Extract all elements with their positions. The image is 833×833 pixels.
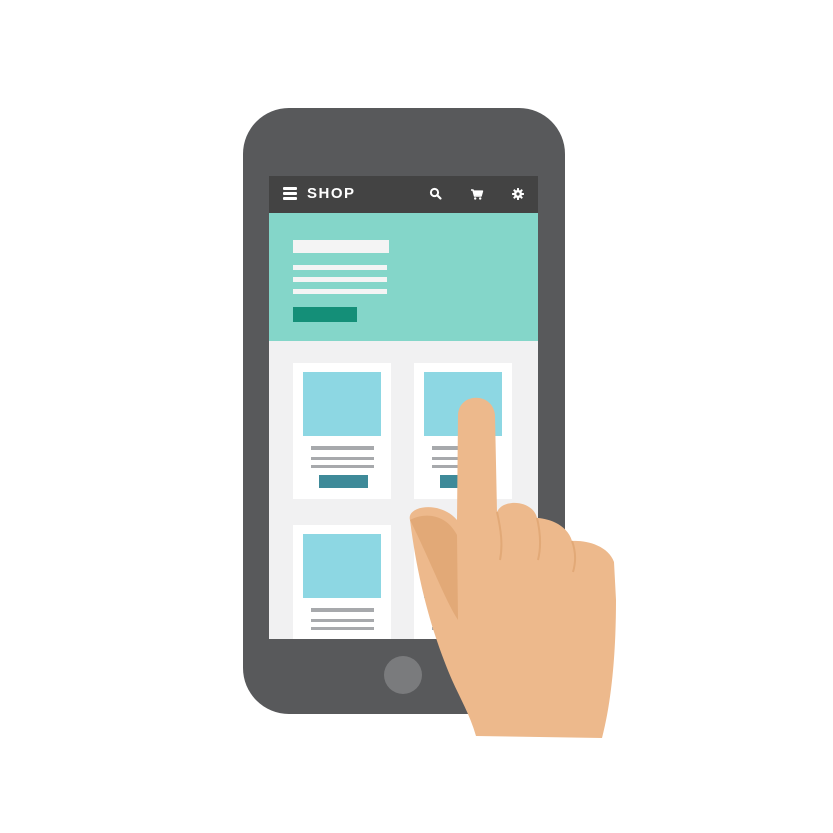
brand-title: SHOP <box>307 185 356 202</box>
product-text-line <box>311 446 374 450</box>
top-nav-bar: SHOP <box>269 176 538 213</box>
product-text-line <box>311 465 374 468</box>
hero-text-line <box>293 289 387 294</box>
hero-text-line <box>293 265 387 270</box>
phone-screen: SHOP <box>269 176 538 639</box>
product-button[interactable] <box>440 475 489 488</box>
product-card[interactable] <box>293 363 391 499</box>
hamburger-menu-icon[interactable] <box>283 187 297 200</box>
hero-title-placeholder <box>293 240 389 253</box>
search-icon[interactable] <box>429 187 443 201</box>
product-text-line <box>311 608 374 612</box>
product-text-line <box>432 627 495 630</box>
product-button[interactable] <box>319 475 368 488</box>
product-card[interactable] <box>414 363 512 499</box>
product-text-line <box>432 465 495 468</box>
hero-cta-button[interactable] <box>293 307 357 322</box>
product-text-line <box>311 619 374 622</box>
product-text-line <box>311 457 374 460</box>
product-image <box>424 534 502 598</box>
product-card[interactable] <box>293 525 391 639</box>
product-text-line <box>432 619 495 622</box>
product-text-line <box>432 608 495 612</box>
product-text-line <box>311 627 374 630</box>
product-image <box>303 372 381 436</box>
gear-icon[interactable] <box>511 187 525 201</box>
product-image <box>303 534 381 598</box>
home-button[interactable] <box>384 656 422 694</box>
product-text-line <box>432 446 495 450</box>
hero-text-line <box>293 277 387 282</box>
product-card[interactable] <box>414 525 512 639</box>
cart-icon[interactable] <box>470 187 484 201</box>
product-image <box>424 372 502 436</box>
product-text-line <box>432 457 495 460</box>
